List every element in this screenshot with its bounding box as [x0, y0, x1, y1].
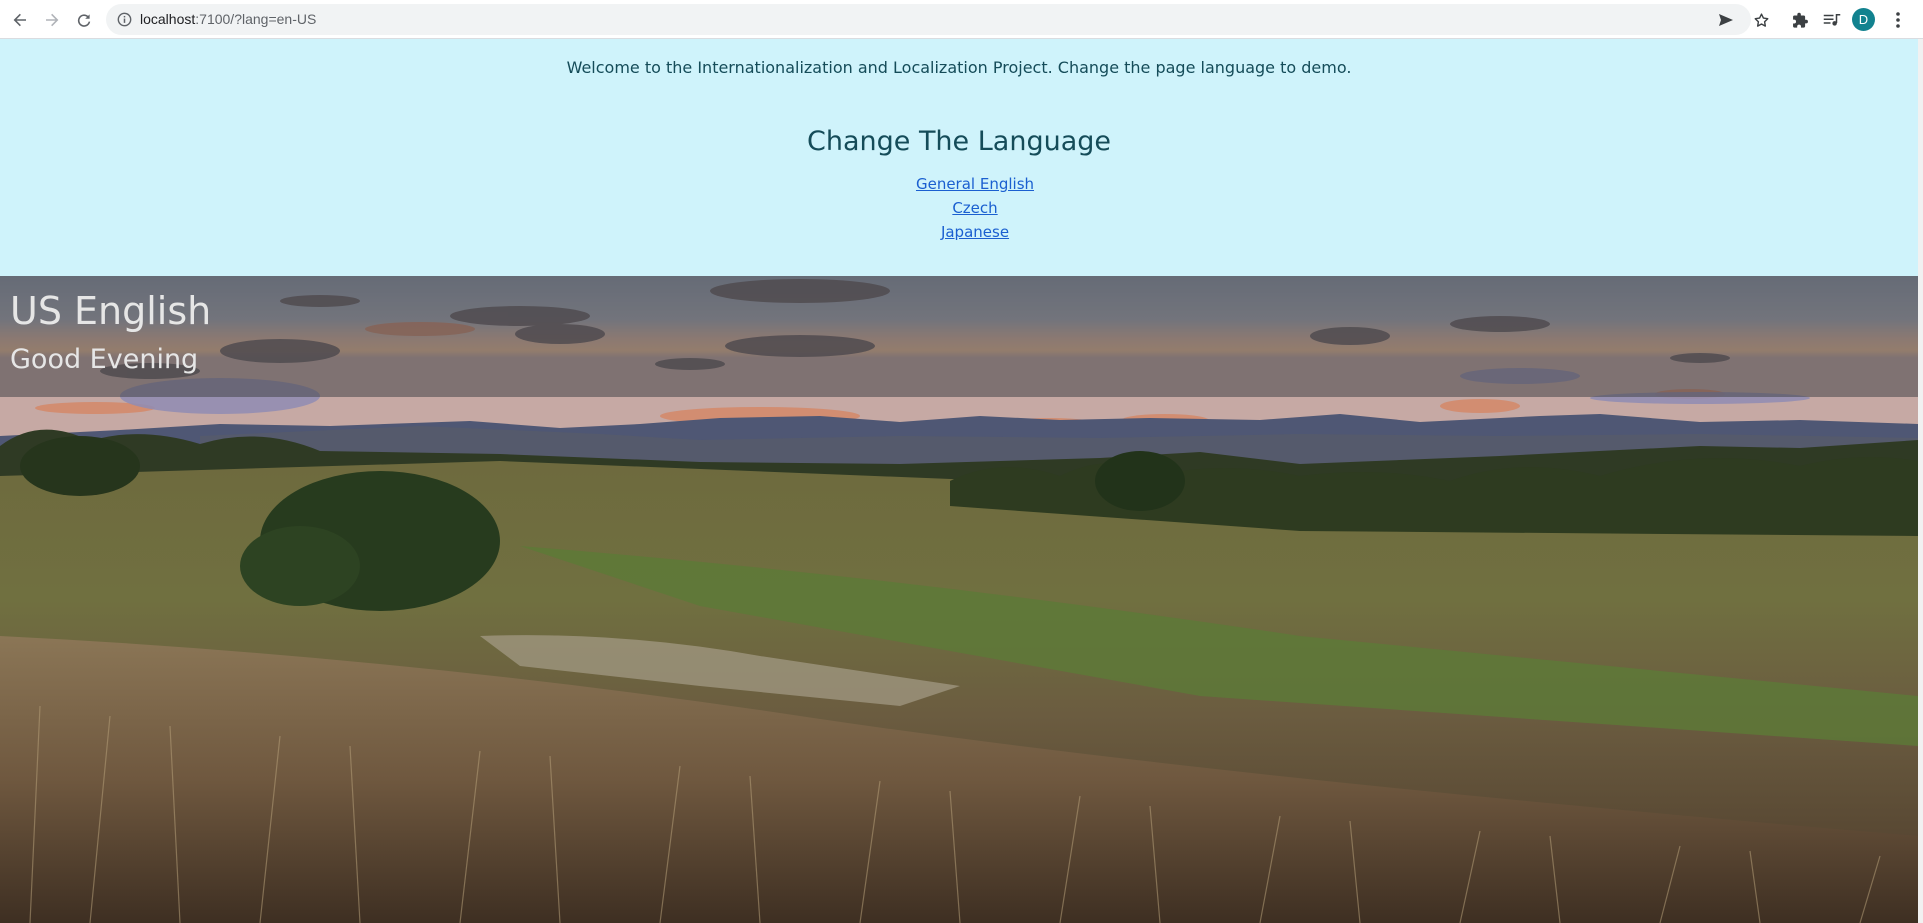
page-viewport: Welcome to the Internationalization and …: [0, 39, 1918, 923]
intro-section: Welcome to the Internationalization and …: [0, 39, 1918, 276]
forward-button[interactable]: [38, 6, 66, 34]
puzzle-icon: [1792, 12, 1808, 28]
bookmark-button[interactable]: [1749, 8, 1773, 32]
url-text[interactable]: localhost:7100/?lang=en-US: [140, 11, 316, 27]
reload-icon: [77, 14, 91, 27]
browser-toolbar: localhost:7100/?lang=en-US D: [0, 0, 1923, 39]
kebab-menu-icon: [1896, 12, 1900, 28]
url-path: :7100/?lang=en-US: [195, 11, 317, 27]
welcome-message: Welcome to the Internationalization and …: [566, 58, 1352, 77]
link-general-english[interactable]: General English: [32, 172, 1918, 196]
locale-name: US English: [10, 289, 212, 333]
arrow-right-icon: [46, 13, 59, 27]
star-icon: [1754, 12, 1768, 27]
address-bar[interactable]: localhost:7100/?lang=en-US: [106, 4, 1751, 35]
locale-banner: US English Good Evening: [0, 276, 1918, 397]
link-japanese[interactable]: Japanese: [32, 220, 1918, 244]
browser-menu-button[interactable]: [1886, 8, 1910, 32]
language-links: General English Czech Japanese: [0, 172, 1918, 244]
media-queue-icon: [1823, 14, 1841, 26]
send-button[interactable]: [1715, 9, 1737, 31]
greeting-text: Good Evening: [10, 344, 199, 375]
reload-button[interactable]: [70, 6, 98, 34]
vertical-scrollbar[interactable]: [1918, 39, 1923, 923]
change-language-heading: Change The Language: [806, 126, 1111, 157]
arrow-left-icon: [13, 13, 26, 27]
hero-landscape: US English Good Evening: [0, 276, 1918, 923]
link-czech[interactable]: Czech: [32, 196, 1918, 220]
media-control-button[interactable]: [1820, 8, 1844, 32]
profile-avatar[interactable]: D: [1852, 8, 1875, 31]
extensions-button[interactable]: [1788, 8, 1812, 32]
send-icon: [1719, 14, 1733, 26]
url-host: localhost: [140, 11, 196, 27]
back-button[interactable]: [6, 6, 34, 34]
info-icon[interactable]: [117, 12, 132, 27]
